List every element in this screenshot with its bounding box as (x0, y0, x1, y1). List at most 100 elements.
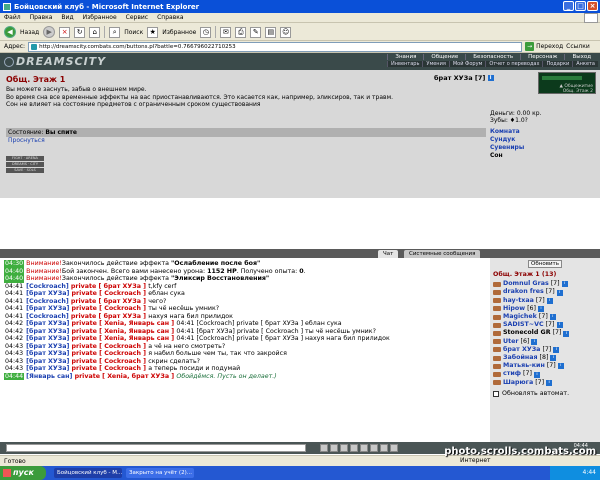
private-message-icon[interactable] (493, 372, 501, 378)
menu-help[interactable]: Справка (157, 14, 183, 21)
subnav-inventory[interactable]: Инвентарь (387, 61, 422, 67)
user-list-item[interactable]: Stonecold GR [7] i (493, 329, 597, 337)
chat-timestamp[interactable]: 04:43 (4, 357, 25, 365)
chat-author-link[interactable]: [брат ХУЗа] (26, 358, 69, 365)
user-list-item[interactable]: Шарюга [7] i (493, 379, 597, 387)
user-name[interactable]: брат ХУЗа (503, 346, 540, 354)
private-message-icon[interactable] (493, 298, 501, 304)
discuss-icon[interactable]: ▤ (265, 26, 277, 38)
user-name[interactable]: hay-txaa (503, 297, 534, 305)
private-tag[interactable]: private [ Cockroach ] (69, 305, 148, 312)
exit-chat-button[interactable] (390, 444, 398, 452)
user-name[interactable]: Stonecold GR (503, 329, 551, 337)
translit-button[interactable] (360, 444, 368, 452)
links-label[interactable]: Ссылки (566, 43, 590, 50)
private-tag[interactable]: private [ Cockroach ] (69, 350, 148, 357)
subnav-gifts[interactable]: Подарки (542, 61, 572, 67)
refresh-button[interactable]: Обновить (528, 260, 562, 268)
subnav-skills[interactable]: Умения (422, 61, 448, 67)
nav-security[interactable]: Безопасность (465, 54, 520, 60)
chat-author-link[interactable]: [брат ХУЗа] (26, 350, 69, 357)
private-message-icon[interactable] (493, 380, 501, 386)
user-list-item[interactable]: стиф [7] i (493, 370, 597, 378)
chat-input[interactable] (6, 444, 306, 452)
send-button[interactable] (320, 444, 328, 452)
chat-author-link[interactable]: [Cockroach] (26, 283, 69, 290)
chat-timestamp[interactable]: 04:41 (4, 312, 25, 320)
private-tag[interactable]: private [ Cockroach ] (69, 343, 148, 350)
favorites-star-icon[interactable]: ★ (147, 26, 159, 38)
private-tag[interactable]: private [ Cockroach ] (69, 290, 148, 297)
user-list-item[interactable]: SADIST~VC [7] i (493, 321, 597, 329)
menu-view[interactable]: Вид (61, 14, 73, 21)
search-icon[interactable]: ⌕ (109, 26, 121, 38)
subnav-profile[interactable]: Анкета (572, 61, 598, 67)
chat-timestamp[interactable]: 04:42 (4, 335, 25, 343)
chat-timestamp[interactable]: 04:43 (4, 342, 25, 350)
chat-timestamp[interactable]: 04:41 (4, 297, 25, 305)
menu-favorites[interactable]: Избранное (83, 14, 117, 21)
private-message-icon[interactable] (493, 331, 501, 337)
private-tag[interactable]: private [ брат ХУЗа ] (69, 283, 149, 290)
chat-author-link[interactable]: [брат ХУЗа] (26, 335, 69, 342)
chat-author-link[interactable]: [Cockroach] (26, 298, 69, 305)
chat-author-link[interactable]: [брат ХУЗа] (26, 343, 69, 350)
sound-button[interactable] (370, 444, 378, 452)
info-icon[interactable]: i (549, 314, 556, 321)
go-button[interactable]: → Переход (525, 42, 563, 51)
user-name[interactable]: Забойная (503, 354, 538, 362)
print-icon[interactable]: ⎙ (235, 26, 247, 38)
taskbar-item[interactable]: Бойцовский клуб - M... (54, 468, 122, 478)
private-tag[interactable]: private [ Xenia, Январь сан ] (69, 328, 176, 335)
user-list-item[interactable]: Magichek [7] i (493, 313, 597, 321)
user-name[interactable]: Uter (503, 338, 519, 346)
history-icon[interactable]: ◷ (200, 26, 212, 38)
tab-chat[interactable]: Чат (378, 250, 399, 258)
home-icon[interactable]: ⌂ (89, 26, 101, 38)
room-link-souvenirs[interactable]: Сувениры (490, 144, 524, 152)
private-tag[interactable]: private [ Cockroach ] (69, 365, 148, 372)
chat-timestamp[interactable]: 04:42 (4, 327, 25, 335)
chat-author-link[interactable]: [брат ХУЗа] (26, 305, 69, 312)
user-list-item[interactable]: брат ХУЗа [7] i (493, 346, 597, 354)
info-icon[interactable]: i (556, 322, 563, 329)
user-list-item[interactable]: Забойная [8] i (493, 354, 597, 362)
chat-timestamp[interactable]: 04:41 (4, 282, 25, 290)
info-icon[interactable]: i (561, 281, 568, 288)
refresh-icon[interactable]: ↻ (74, 26, 86, 38)
room-link-chest[interactable]: Сундук (490, 136, 524, 144)
private-message-icon[interactable] (493, 363, 501, 369)
info-icon[interactable]: i (553, 346, 560, 353)
tab-system-messages[interactable]: Системные сообщения (404, 250, 481, 258)
user-list-item[interactable]: Uter [6] i (493, 338, 597, 346)
info-icon[interactable]: i (557, 363, 564, 370)
user-name[interactable]: Шарюга (503, 379, 533, 387)
forward-arrow-icon[interactable]: ▶ (43, 26, 56, 38)
info-icon[interactable]: i (533, 371, 540, 378)
badge[interactable]: DREAMS · CITY (6, 162, 44, 167)
badge[interactable]: FIGHT · ARENA (6, 156, 44, 161)
user-name[interactable]: Hipow (503, 305, 525, 313)
user-name[interactable]: стиф (503, 370, 521, 378)
private-tag[interactable]: private [ брат ХУЗа ] (69, 298, 149, 305)
smiles-button[interactable] (340, 444, 348, 452)
chat-timestamp[interactable]: 04:40 (4, 267, 25, 275)
user-name[interactable]: drakon fres (503, 288, 544, 296)
chat-author-link[interactable]: [Cockroach] (26, 313, 69, 320)
menu-edit[interactable]: Правка (30, 14, 53, 21)
private-message-icon[interactable] (493, 339, 501, 345)
info-icon[interactable]: i (550, 355, 557, 362)
user-list-item[interactable]: drakon fres [7] i (493, 288, 597, 296)
info-icon[interactable]: i (546, 297, 553, 304)
nav-knowledge[interactable]: Знания (387, 54, 423, 60)
checkbox-box[interactable] (493, 390, 499, 397)
stop-icon[interactable]: × (59, 26, 71, 38)
menu-file[interactable]: Файл (4, 14, 21, 21)
close-button[interactable]: × (587, 1, 598, 11)
filter-button[interactable] (350, 444, 358, 452)
info-icon[interactable]: i (556, 289, 563, 296)
search-label[interactable]: Поиск (124, 29, 143, 36)
private-message-icon[interactable] (493, 355, 501, 361)
auto-refresh-checkbox[interactable]: Обновлять автомат. (493, 390, 597, 398)
user-name[interactable]: Domnul Gras (503, 280, 549, 288)
